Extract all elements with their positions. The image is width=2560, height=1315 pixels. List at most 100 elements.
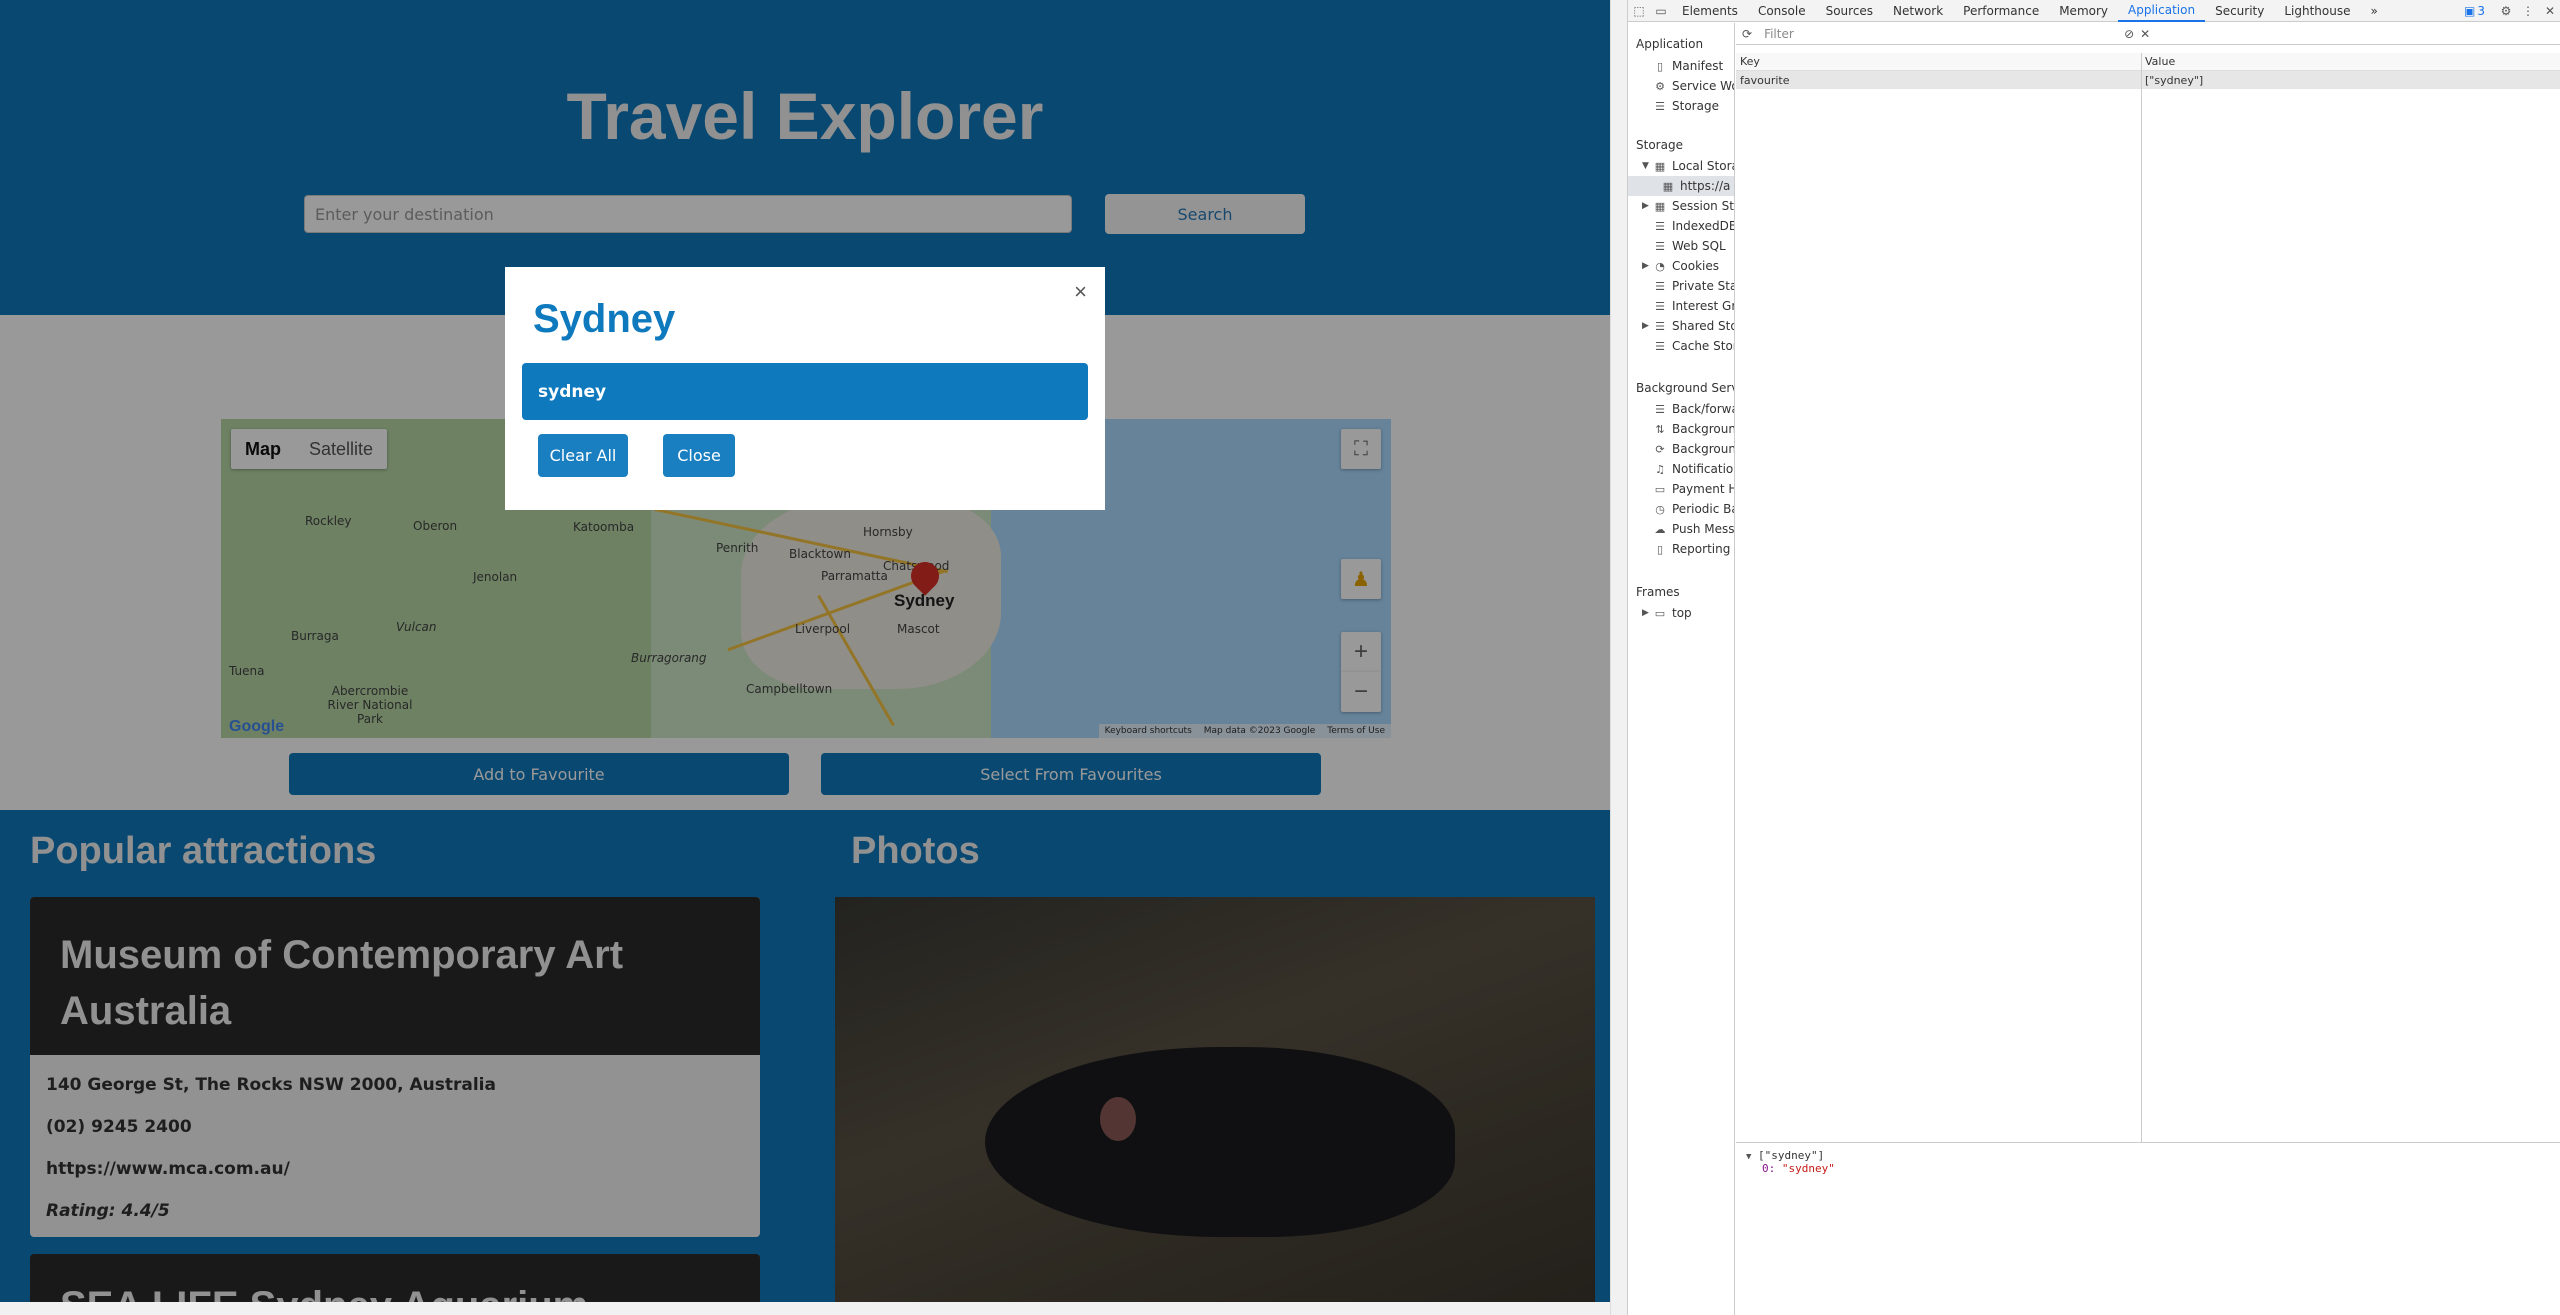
tab-console[interactable]: Console — [1748, 0, 1816, 22]
file-icon: ▯ — [1656, 542, 1664, 556]
sidebar-item-label: top — [1672, 606, 1692, 620]
sidebar-item-label: Cookies — [1672, 259, 1719, 273]
vertical-scrollbar[interactable] — [1610, 0, 1627, 1315]
sidebar-item-frame-top[interactable]: ▶ ▭ top — [1642, 603, 1692, 623]
sidebar-item-manifest[interactable]: ▯ Manifest — [1642, 56, 1723, 76]
preview-value: "sydney" — [1781, 1162, 1835, 1175]
expanded-arrow-icon: ▼ — [1746, 1152, 1752, 1162]
sidebar-item-label: Notification — [1672, 462, 1735, 476]
sidebar-item-periodic-background-sync[interactable]: ◷ Periodic Ba — [1642, 499, 1735, 519]
sidebar-item-background-sync[interactable]: ⟳ Backgroun — [1642, 439, 1734, 459]
clear-all-icon[interactable]: ⊘ — [2124, 27, 2134, 41]
more-tabs-button[interactable]: » — [2361, 0, 2388, 22]
tab-elements[interactable]: Elements — [1672, 0, 1748, 22]
storage-toolbar: ⟳ Filter ⊘ ✕ — [1736, 23, 2560, 45]
horizontal-scrollbar[interactable] — [0, 1302, 1610, 1315]
database-icon: ☰ — [1655, 299, 1665, 313]
sidebar-item-storage[interactable]: ☰ Storage — [1642, 96, 1719, 116]
filter-input[interactable]: Filter — [1758, 24, 2119, 43]
modal-backdrop[interactable] — [0, 0, 1610, 1315]
sidebar-item-payment-handler[interactable]: ▭ Payment H — [1642, 479, 1734, 499]
tab-memory[interactable]: Memory — [2049, 0, 2118, 22]
sidebar-item-session-storage[interactable]: ▶ ▦ Session Sto — [1642, 196, 1735, 216]
expanded-arrow-icon[interactable]: ▼ — [1642, 161, 1652, 171]
database-icon: ☰ — [1655, 402, 1665, 416]
sidebar-item-local-storage-origin[interactable]: ▦ https://a — [1628, 176, 1734, 196]
database-icon: ☰ — [1655, 99, 1665, 113]
file-icon: ▯ — [1656, 59, 1664, 73]
sidebar-item-service-workers[interactable]: ⚙ Service Wo — [1642, 76, 1734, 96]
close-icon[interactable]: × — [1074, 279, 1087, 305]
sidebar-item-local-storage[interactable]: ▼ ▦ Local Stora — [1642, 156, 1735, 176]
collapsed-arrow-icon[interactable]: ▶ — [1642, 261, 1652, 271]
clock-icon: ◷ — [1655, 502, 1665, 516]
sidebar-item-indexeddb[interactable]: ☰ IndexedDB — [1642, 216, 1735, 236]
credit-card-icon: ▭ — [1654, 482, 1666, 496]
close-devtools-icon[interactable]: ✕ — [2539, 0, 2560, 22]
sidebar-item-interest-groups[interactable]: ☰ Interest Gro — [1642, 296, 1734, 316]
tab-network[interactable]: Network — [1883, 0, 1953, 22]
sidebar-item-label: Web SQL — [1672, 239, 1726, 253]
table-row[interactable]: favourite ["sydney"] — [1736, 71, 2560, 89]
frame-icon: ▭ — [1654, 606, 1666, 620]
sidebar-item-reporting-api[interactable]: ▯ Reporting A — [1642, 539, 1734, 559]
sidebar-item-background-fetch[interactable]: ⇅ Backgroun — [1642, 419, 1735, 439]
sidebar-item-label: Storage — [1672, 99, 1719, 113]
table-icon: ▦ — [1654, 199, 1666, 213]
sidebar-item-label: Cache Stor — [1672, 339, 1735, 353]
storage-table: Key Value favourite ["sydney"] — [1736, 53, 2560, 1143]
device-toolbar-icon[interactable]: ▭ — [1650, 0, 1672, 22]
tab-security[interactable]: Security — [2205, 0, 2274, 22]
column-key[interactable]: Key — [1736, 53, 2141, 70]
column-value[interactable]: Value — [2141, 53, 2560, 70]
sidebar-item-label: Session Sto — [1672, 199, 1735, 213]
delete-selected-icon[interactable]: ✕ — [2140, 27, 2150, 41]
sidebar-item-private-state-tokens[interactable]: ☰ Private Stat — [1642, 276, 1734, 296]
sidebar-item-notifications[interactable]: ♫ Notification — [1642, 459, 1735, 479]
sidebar-item-back-forward-cache[interactable]: ☰ Back/forwa — [1642, 399, 1734, 419]
sidebar-item-label: https://a — [1680, 179, 1731, 193]
issues-badge[interactable]: ▣ 3 — [2454, 0, 2495, 22]
sidebar-item-cache-storage[interactable]: ☰ Cache Stor — [1642, 336, 1735, 356]
sidebar-item-label: Periodic Ba — [1672, 502, 1735, 516]
refresh-icon[interactable]: ⟳ — [1742, 27, 1752, 41]
sidebar-item-shared-storage[interactable]: ▶ ☰ Shared Sto — [1642, 316, 1734, 336]
sidebar-item-push-messaging[interactable]: ☁ Push Messa — [1642, 519, 1735, 539]
bell-icon: ♫ — [1655, 462, 1665, 476]
sidebar-item-label: Backgroun — [1672, 422, 1735, 436]
favourite-item[interactable]: sydney — [522, 363, 1088, 420]
preview-summary-row[interactable]: ▼ ["sydney"] — [1746, 1149, 1835, 1162]
sidebar-item-web-sql[interactable]: ☰ Web SQL — [1642, 236, 1726, 256]
more-options-icon[interactable]: ⋮ — [2517, 0, 2539, 22]
sync-icon: ⟳ — [1655, 442, 1665, 456]
issues-icon: ▣ — [2464, 3, 2476, 18]
sidebar-item-label: Local Stora — [1672, 159, 1735, 173]
clear-all-button[interactable]: Clear All — [538, 434, 628, 477]
collapsed-arrow-icon[interactable]: ▶ — [1642, 321, 1652, 331]
column-divider[interactable] — [2141, 53, 2142, 1143]
collapsed-arrow-icon[interactable]: ▶ — [1642, 608, 1652, 618]
cloud-icon: ☁ — [1654, 522, 1666, 536]
database-icon: ☰ — [1655, 219, 1665, 233]
tab-application[interactable]: Application — [2118, 0, 2206, 22]
settings-gear-icon[interactable]: ⚙ — [2495, 0, 2517, 22]
table-header: Key Value — [1736, 53, 2560, 71]
close-button[interactable]: Close — [663, 434, 735, 477]
tab-performance[interactable]: Performance — [1953, 0, 2049, 22]
devtools-tab-bar: ⬚ ▭ Elements Console Sources Network Per… — [1628, 0, 2560, 22]
sidebar-item-label: Reporting A — [1672, 542, 1734, 556]
table-icon: ▦ — [1662, 179, 1674, 193]
preview-entry: 0: "sydney" — [1746, 1162, 1835, 1175]
table-icon: ▦ — [1654, 159, 1666, 173]
sidebar-item-label: IndexedDB — [1672, 219, 1735, 233]
collapsed-arrow-icon[interactable]: ▶ — [1642, 201, 1652, 211]
sidebar-item-label: Interest Gro — [1672, 299, 1734, 313]
web-page: Travel Explorer Enter your destination S… — [0, 0, 1610, 1315]
row-value: ["sydney"] — [2145, 73, 2204, 87]
database-icon: ☰ — [1655, 339, 1665, 353]
inspect-element-icon[interactable]: ⬚ — [1628, 0, 1650, 22]
sidebar-item-cookies[interactable]: ▶ ◔ Cookies — [1642, 256, 1719, 276]
devtools-panel: ⬚ ▭ Elements Console Sources Network Per… — [1627, 0, 2560, 1315]
tab-lighthouse[interactable]: Lighthouse — [2274, 0, 2360, 22]
tab-sources[interactable]: Sources — [1816, 0, 1883, 22]
